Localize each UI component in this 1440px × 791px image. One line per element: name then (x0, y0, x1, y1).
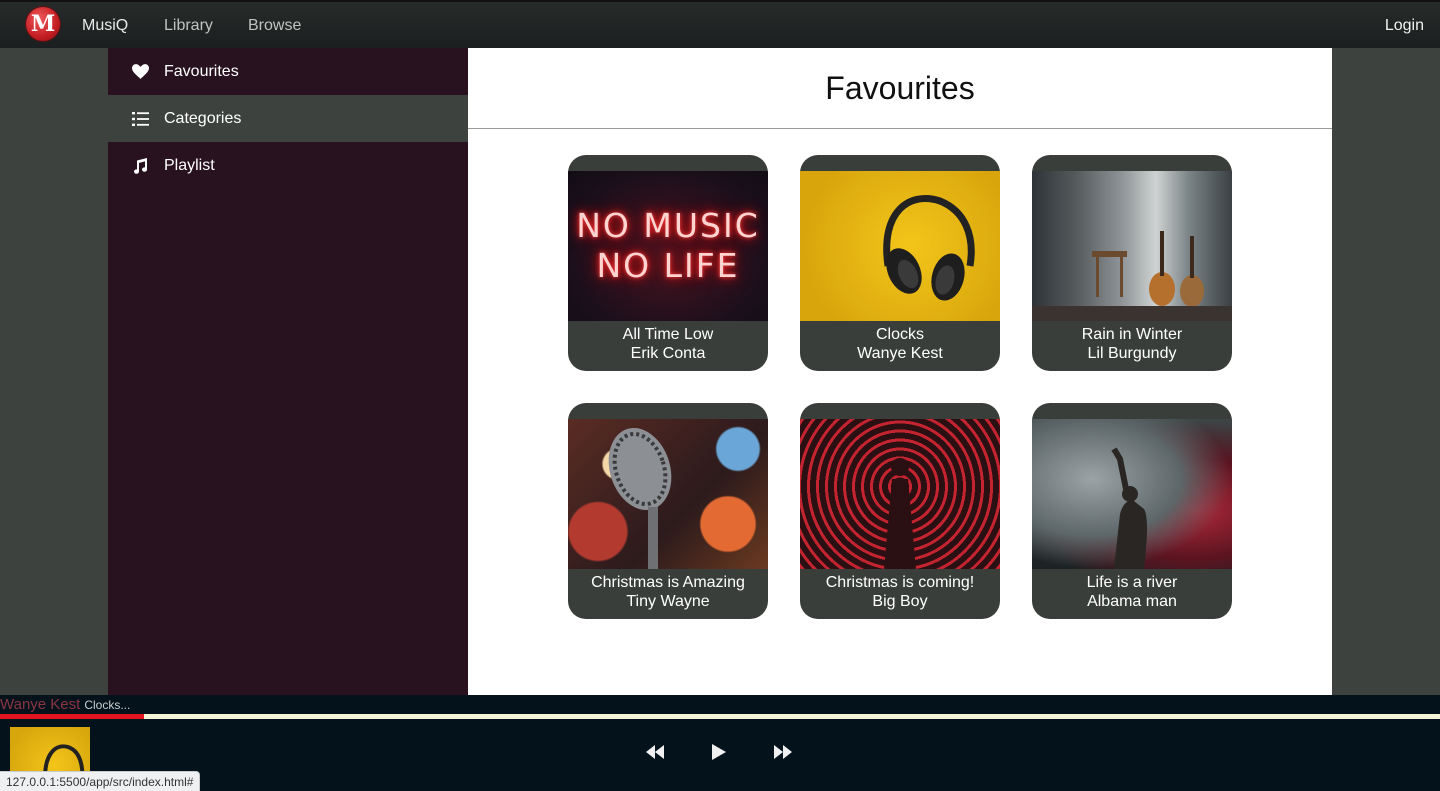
fast-forward-button[interactable] (773, 743, 793, 761)
playback-controls (645, 743, 793, 761)
sidebar-item-label: Categories (164, 109, 242, 127)
browser-status-url: 127.0.0.1:5500/app/src/index.html# (0, 771, 201, 791)
nav-brand-musiq[interactable]: MusiQ (82, 17, 128, 35)
neon-sign-artwork: NO MUSIC NO LIFE (568, 171, 768, 321)
sidebar-item-categories[interactable]: Categories (108, 95, 468, 142)
artwork-text: NO LIFE (596, 246, 740, 285)
nav-browse-link[interactable]: Browse (248, 17, 301, 35)
song-artist: Big Boy (872, 593, 928, 610)
card-caption: Clocks Wanye Kest (800, 325, 1000, 363)
play-button[interactable] (709, 743, 729, 761)
main-content: Favourites NO MUSIC NO LIFE All Time Low… (468, 48, 1332, 695)
song-title: Clocks (875, 326, 924, 343)
sidebar: Favourites Categories Playlist (108, 48, 468, 695)
song-card[interactable]: Christmas is coming! Big Boy (800, 403, 1000, 619)
song-artist: Erik Conta (630, 345, 706, 362)
progress-bar[interactable] (0, 714, 1440, 719)
nav-library-link[interactable]: Library (164, 17, 213, 35)
song-title: All Time Low (622, 326, 714, 343)
card-caption: Rain in Winter Lil Burgundy (1032, 325, 1232, 363)
login-button[interactable]: Login (1385, 17, 1424, 35)
rewind-icon (646, 745, 664, 759)
song-card[interactable]: Rain in Winter Lil Burgundy (1032, 155, 1232, 371)
room-guitars-artwork (1032, 171, 1232, 321)
song-artist: Albama man (1087, 593, 1177, 610)
song-title: Rain in Winter (1081, 326, 1183, 343)
list-icon (130, 109, 150, 129)
song-title: Christmas is coming! (825, 574, 975, 591)
page-title: Favourites (468, 48, 1332, 129)
red-illustration-artwork (800, 419, 1000, 569)
sidebar-item-playlist[interactable]: Playlist (108, 142, 468, 189)
song-artist: Tiny Wayne (626, 593, 710, 610)
performer-smoke-artwork (1032, 419, 1232, 569)
now-playing-artist: Wanye Kest (0, 696, 81, 713)
card-caption: All Time Low Erik Conta (568, 325, 768, 363)
play-icon (712, 744, 726, 760)
sidebar-item-label: Playlist (164, 156, 215, 174)
logo-letter: M (30, 11, 56, 37)
song-card[interactable]: NO MUSIC NO LIFE All Time Low Erik Conta (568, 155, 768, 371)
now-playing-track: Clocks... (84, 698, 131, 712)
musiq-logo[interactable]: M (26, 7, 60, 41)
song-title: Christmas is Amazing (591, 574, 745, 591)
sidebar-item-label: Favourites (164, 62, 239, 80)
fast-forward-icon (774, 745, 792, 759)
rewind-button[interactable] (645, 743, 665, 761)
music-note-icon (130, 156, 150, 176)
song-title: Life is a river (1086, 574, 1178, 591)
progress-fill (0, 714, 144, 719)
top-navbar: M MusiQ Library Browse Login (0, 0, 1440, 48)
song-card[interactable]: Clocks Wanye Kest (800, 155, 1000, 371)
heart-icon (130, 62, 150, 82)
artwork-text: NO MUSIC (576, 206, 760, 245)
microphone-artwork (568, 419, 768, 569)
headphones-artwork (800, 171, 1000, 321)
song-artist: Lil Burgundy (1087, 345, 1177, 362)
card-caption: Life is a river Albama man (1032, 573, 1232, 611)
song-card[interactable]: Life is a river Albama man (1032, 403, 1232, 619)
sidebar-item-favourites[interactable]: Favourites (108, 48, 468, 95)
card-caption: Christmas is coming! Big Boy (800, 573, 1000, 611)
favourites-grid: NO MUSIC NO LIFE All Time Low Erik Conta (568, 155, 1232, 619)
music-player-bar: Wanye Kest Clocks... (0, 695, 1440, 791)
song-card[interactable]: Christmas is Amazing Tiny Wayne (568, 403, 768, 619)
song-artist: Wanye Kest (857, 345, 943, 362)
card-caption: Christmas is Amazing Tiny Wayne (568, 573, 768, 611)
now-playing: Wanye Kest Clocks... (0, 696, 130, 714)
